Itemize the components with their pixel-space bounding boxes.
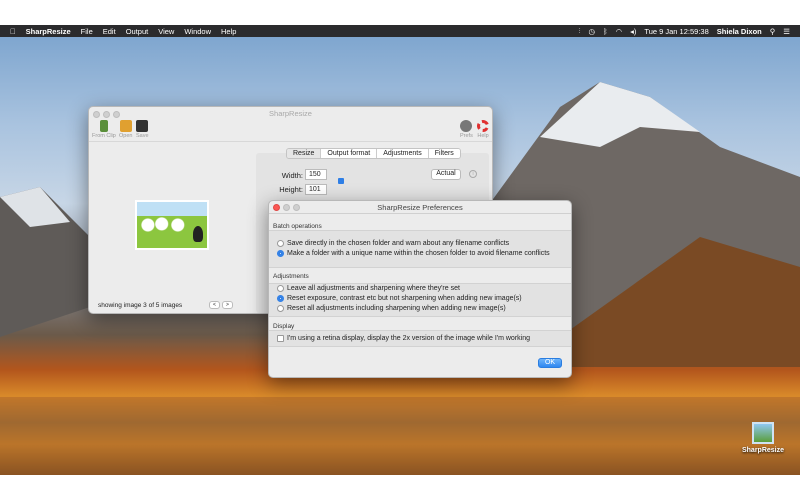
option-label: Make a folder with a unique name within … bbox=[287, 250, 550, 257]
height-label: Height: bbox=[279, 185, 303, 194]
floppy-icon bbox=[136, 120, 149, 132]
width-label: Width: bbox=[281, 171, 303, 180]
desktop-icon-label: SharpResize bbox=[741, 447, 785, 454]
tab-resize[interactable]: Resize bbox=[287, 149, 322, 158]
batch-option-save-directly[interactable]: Save directly in the chosen folder and w… bbox=[277, 240, 509, 247]
menu-file[interactable]: File bbox=[81, 27, 93, 36]
prefs-title: SharpResize Preferences bbox=[377, 203, 463, 212]
user-name[interactable]: Shiela Dixon bbox=[717, 27, 762, 36]
tab-filters[interactable]: Filters bbox=[428, 149, 460, 158]
desktop-icon-sharpresize[interactable]: SharpResize bbox=[738, 422, 788, 454]
display-heading: Display bbox=[273, 323, 295, 330]
wifi-icon[interactable]: ◠ bbox=[616, 27, 623, 36]
folder-icon bbox=[119, 120, 132, 132]
radio-button-selected[interactable] bbox=[277, 250, 284, 257]
app-icon bbox=[752, 422, 774, 444]
menu-window[interactable]: Window bbox=[184, 27, 211, 36]
adjust-option-reset-all[interactable]: Reset all adjustments including sharpeni… bbox=[277, 305, 506, 312]
adjust-option-leave[interactable]: Leave all adjustments and sharpening whe… bbox=[277, 285, 460, 292]
save-label: Save bbox=[136, 133, 149, 139]
prefs-label: Prefs bbox=[460, 133, 473, 139]
open-button[interactable]: Open bbox=[119, 120, 132, 139]
spotlight-icon[interactable]: ⚲ bbox=[770, 27, 776, 36]
menu-bar:  SharpResize File Edit Output View Wind… bbox=[0, 25, 800, 37]
lifebuoy-icon bbox=[477, 120, 489, 132]
height-input[interactable]: 101 bbox=[305, 184, 327, 195]
menu-app[interactable]: SharpResize bbox=[26, 27, 71, 36]
option-label: Leave all adjustments and sharpening whe… bbox=[287, 285, 460, 292]
previous-image-button[interactable]: < bbox=[209, 301, 220, 309]
crow-figure bbox=[193, 226, 203, 242]
from-clip-button[interactable]: From Clip bbox=[92, 120, 116, 139]
tab-adjustments[interactable]: Adjustments bbox=[377, 149, 429, 158]
radio-button[interactable] bbox=[277, 285, 284, 292]
title-divider bbox=[269, 213, 571, 214]
radio-button[interactable] bbox=[277, 240, 284, 247]
image-thumbnail bbox=[135, 200, 209, 250]
window-title: SharpResize bbox=[269, 109, 312, 118]
option-label: Save directly in the chosen folder and w… bbox=[287, 240, 510, 247]
status-icon[interactable]: ⫶ bbox=[579, 26, 581, 36]
toolbar-divider bbox=[89, 141, 492, 142]
radio-button-selected[interactable] bbox=[277, 295, 284, 302]
gear-icon bbox=[460, 120, 473, 132]
adjust-option-reset-exposure[interactable]: Reset exposure, contrast etc but not sha… bbox=[277, 295, 522, 302]
menu-edit[interactable]: Edit bbox=[103, 27, 116, 36]
from-clip-label: From Clip bbox=[92, 133, 116, 139]
ok-button[interactable]: OK bbox=[538, 358, 562, 368]
option-label: Reset exposure, contrast etc but not sha… bbox=[287, 295, 522, 302]
preferences-window: SharpResize Preferences Batch operations… bbox=[268, 200, 572, 378]
info-icon[interactable]: i bbox=[469, 170, 477, 178]
batch-group bbox=[269, 230, 571, 268]
bluetooth-icon[interactable]: ᛒ bbox=[603, 27, 608, 36]
open-label: Open bbox=[119, 133, 133, 139]
retina-checkbox-row[interactable]: I'm using a retina display, display the … bbox=[277, 335, 530, 342]
volume-icon[interactable]: ◂) bbox=[630, 27, 636, 36]
save-button[interactable]: Save bbox=[136, 120, 149, 139]
retina-checkbox[interactable] bbox=[277, 335, 284, 342]
prefs-button[interactable]: Prefs bbox=[460, 120, 473, 139]
apple-menu-icon[interactable]:  bbox=[10, 27, 16, 36]
next-image-button[interactable]: > bbox=[222, 301, 233, 309]
help-label: Help bbox=[477, 133, 489, 139]
notification-center-icon[interactable]: ☰ bbox=[783, 27, 790, 36]
clipboard-icon bbox=[99, 120, 108, 132]
batch-option-make-folder[interactable]: Make a folder with a unique name within … bbox=[277, 250, 550, 257]
menu-help[interactable]: Help bbox=[221, 27, 236, 36]
clock[interactable]: Tue 9 Jan 12:59:38 bbox=[644, 27, 708, 36]
actual-button[interactable]: Actual bbox=[431, 169, 461, 180]
image-count-status: showing image 3 of 5 images bbox=[98, 302, 183, 309]
batch-heading: Batch operations bbox=[273, 223, 322, 230]
menu-output[interactable]: Output bbox=[126, 27, 149, 36]
width-input[interactable]: 150 bbox=[305, 169, 327, 180]
lock-icon[interactable] bbox=[338, 178, 344, 184]
sheep-figures bbox=[141, 214, 187, 236]
adjustments-heading: Adjustments bbox=[273, 273, 309, 280]
radio-button[interactable] bbox=[277, 305, 284, 312]
option-label: Reset all adjustments including sharpeni… bbox=[287, 305, 506, 312]
checkbox-label: I'm using a retina display, display the … bbox=[287, 335, 530, 342]
time-machine-icon[interactable]: ◷ bbox=[589, 27, 596, 36]
menu-view[interactable]: View bbox=[158, 27, 174, 36]
tab-bar: Resize Output format Adjustments Filters bbox=[286, 148, 461, 159]
tab-output-format[interactable]: Output format bbox=[321, 149, 378, 158]
help-button[interactable]: Help bbox=[477, 120, 489, 139]
